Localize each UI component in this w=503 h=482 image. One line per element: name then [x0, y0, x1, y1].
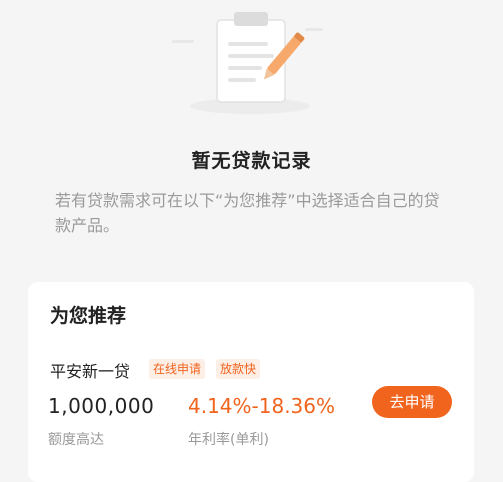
loan-amount-label: 额度高达 — [48, 432, 104, 448]
interest-rate: 4.14%-18.36% — [188, 394, 336, 418]
interest-rate-label: 年利率(单利) — [188, 432, 269, 448]
empty-state-title: 暂无贷款记录 — [191, 150, 312, 172]
recommend-title: 为您推荐 — [50, 305, 127, 327]
recommend-card: 为您推荐 平安新一贷 在线申请 放款快 1,000,000 额度高达 4.14%… — [28, 282, 474, 482]
product-tag: 放款快 — [216, 359, 261, 379]
product-name: 平安新一贷 — [50, 362, 131, 381]
empty-state-description: 若有贷款需求可在以下“为您推荐”中选择适合自己的贷款产品。 — [55, 191, 440, 235]
apply-button[interactable]: 去申请 — [372, 386, 452, 418]
loan-amount: 1,000,000 — [48, 394, 155, 418]
product-tag: 在线申请 — [149, 359, 206, 379]
clipboard-with-pencil-icon — [172, 12, 323, 114]
